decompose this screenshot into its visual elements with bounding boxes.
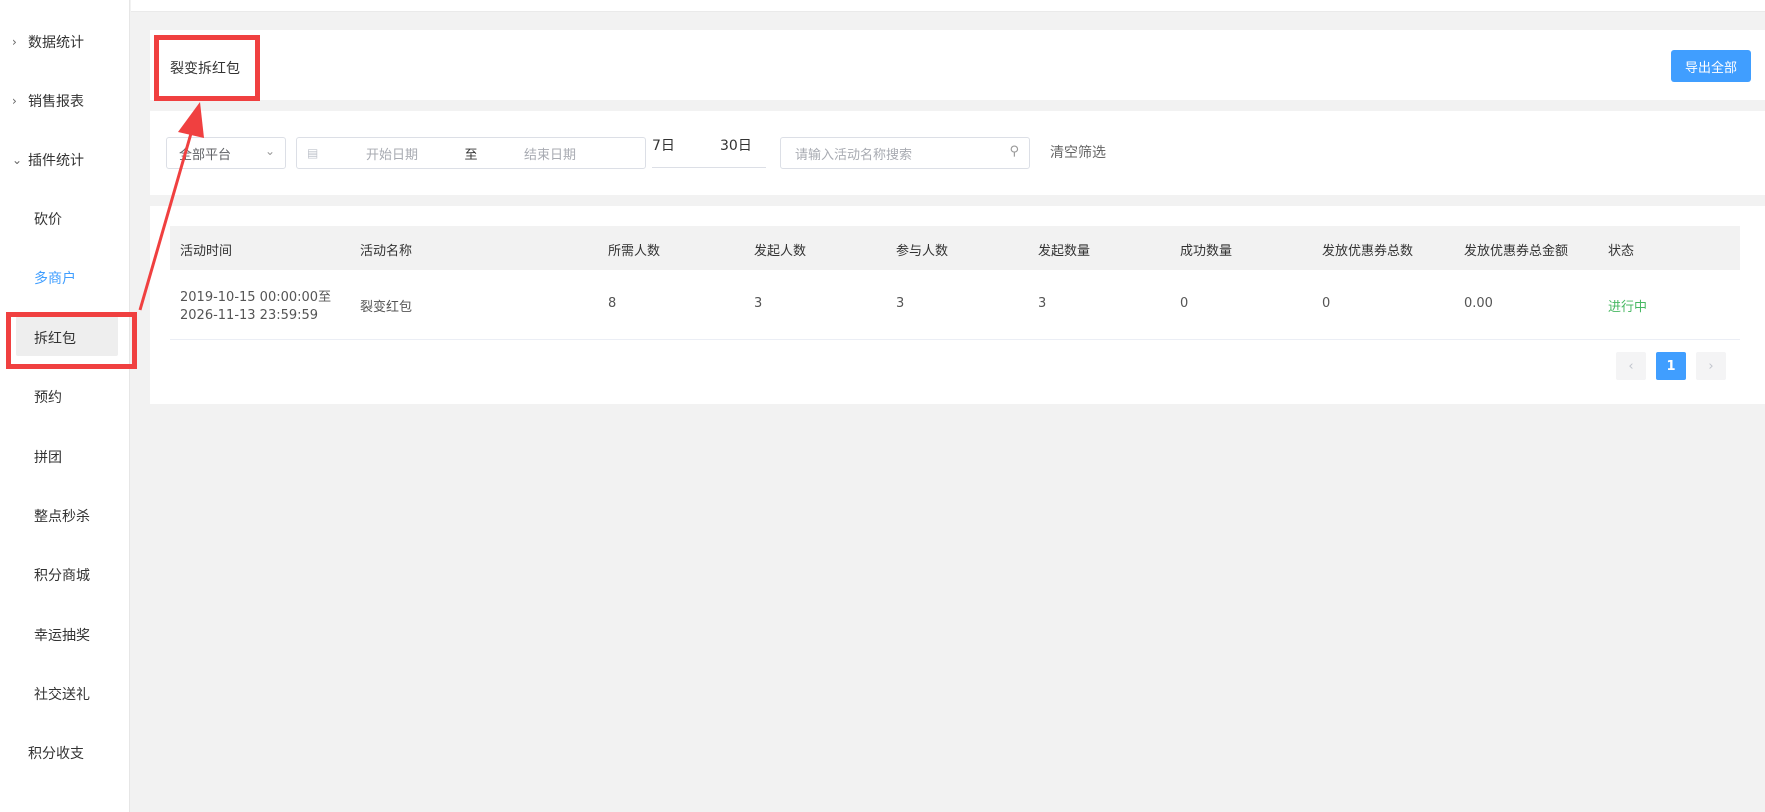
cell-coupons: 0 [1322,296,1331,311]
sidebar-group-plugin-stats[interactable]: ⌄ 插件统计 [12,150,84,170]
date-range-picker[interactable]: ▤ 开始日期 至 结束日期 [296,137,646,169]
start-date-input[interactable]: 开始日期 [327,144,457,163]
sidebar-item-points-mall[interactable]: 积分商城 [34,565,90,585]
export-all-button[interactable]: 导出全部 [1671,50,1751,82]
sidebar-group-data-stats[interactable]: › 数据统计 [12,32,84,52]
date-separator: 至 [464,147,478,163]
sidebar-group-label: 销售报表 [28,94,84,110]
column-header: 参与人数 [896,244,949,259]
cell-name: 裂变红包 [360,300,413,315]
platform-select[interactable]: 全部平台 ⌄ [166,137,286,169]
sidebar-item-group-buy[interactable]: 拼团 [34,447,62,467]
sidebar-item-bargain[interactable]: 砍价 [34,209,62,229]
status-badge: 进行中 [1608,300,1648,315]
chevron-down-icon: ⌄ [264,144,275,158]
chevron-right-icon: › [12,35,17,49]
sidebar-item-social-gift[interactable]: 社交送礼 [34,684,90,704]
quick-7-days[interactable]: 7日 [652,135,675,155]
cell-succeeded: 0 [1180,296,1189,311]
annotation-box-title [154,35,260,101]
calendar-icon: ▤ [307,146,319,160]
column-header: 所需人数 [608,244,661,259]
quick-range-underline [652,167,766,168]
sidebar-item-booking[interactable]: 预约 [34,387,62,407]
annotation-box-sidebar [6,312,137,369]
search-icon: ⚲ [1009,144,1019,159]
pagination-next-button[interactable]: › [1696,352,1726,380]
cell-time-start: 2019-10-15 00:00:00至 [180,290,332,305]
column-header: 发放优惠券总金额 [1464,244,1569,259]
chevron-right-icon: › [12,94,17,108]
top-strip [131,0,1765,12]
sidebar-item-points-ledger[interactable]: 积分收支 [28,743,84,763]
column-header: 状态 [1608,244,1635,259]
column-header: 活动名称 [360,244,413,259]
platform-select-value: 全部平台 [179,147,232,163]
sidebar-item-multi-merchant[interactable]: 多商户 [34,268,76,288]
column-header: 发放优惠券总数 [1322,244,1414,259]
chevron-down-icon: ⌄ [12,153,23,167]
column-header: 活动时间 [180,244,233,259]
cell-launched: 3 [1038,296,1047,311]
pagination-page-1[interactable]: 1 [1656,352,1686,380]
cell-participants: 3 [896,296,905,311]
column-header: 成功数量 [1180,244,1233,259]
column-header: 发起人数 [754,244,807,259]
pagination-prev-button[interactable]: ‹ [1616,352,1646,380]
search-input[interactable]: 请输入活动名称搜索 ⚲ [780,137,1030,169]
cell-initiators: 3 [754,296,763,311]
cell-time-end: 2026-11-13 23:59:59 [180,308,319,323]
search-placeholder: 请输入活动名称搜索 [795,147,913,163]
page-header: 裂变拆红包 导出全部 [150,30,1765,100]
sidebar-group-label: 数据统计 [28,35,84,51]
sidebar-group-label: 插件统计 [28,153,84,169]
sidebar-group-sales-report[interactable]: › 销售报表 [12,91,84,111]
sidebar: › 数据统计 › 销售报表 ⌄ 插件统计 砍价 多商户 拆红包 预约 拼团 整点… [0,0,130,812]
sidebar-item-flash-sale[interactable]: 整点秒杀 [34,506,90,526]
quick-30-days[interactable]: 30日 [720,135,752,155]
end-date-input[interactable]: 结束日期 [485,144,615,163]
cell-required: 8 [608,296,617,311]
column-header: 发起数量 [1038,244,1091,259]
cell-coupon-amount: 0.00 [1464,296,1493,311]
filter-bar: 全部平台 ⌄ ▤ 开始日期 至 结束日期 7日 30日 请输入活动名称搜索 ⚲ … [150,111,1765,195]
clear-filter-button[interactable]: 清空筛选 [1050,142,1106,162]
sidebar-item-lucky-draw[interactable]: 幸运抽奖 [34,625,90,645]
table-row: 2019-10-15 00:00:00至 2026-11-13 23:59:59… [170,270,1740,340]
table-header: 活动时间 活动名称 所需人数 发起人数 参与人数 发起数量 成功数量 发放优惠券… [170,226,1740,270]
data-table: 活动时间 活动名称 所需人数 发起人数 参与人数 发起数量 成功数量 发放优惠券… [150,206,1765,404]
